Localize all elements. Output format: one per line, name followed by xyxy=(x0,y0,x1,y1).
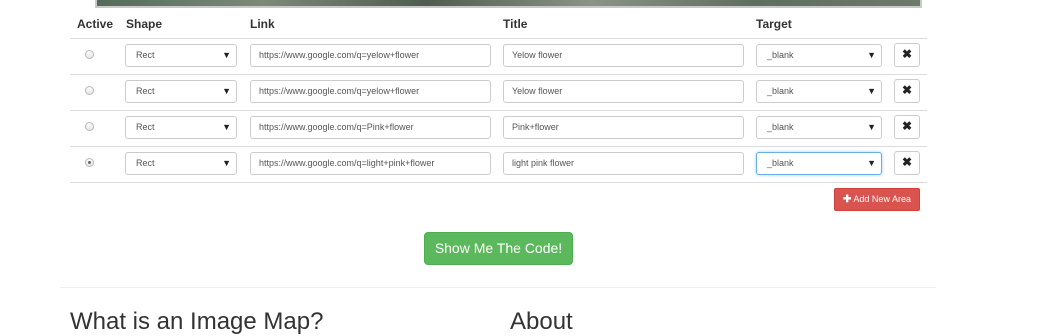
table-row: Rect ▼ https://www.google.com/q=light+pi… xyxy=(0,146,1053,182)
shape-value: Rect xyxy=(136,50,155,60)
target-select[interactable]: _blank ▼ xyxy=(756,44,882,67)
chevron-down-icon: ▼ xyxy=(222,50,231,60)
shape-select[interactable]: Rect ▼ xyxy=(125,152,237,175)
close-icon: ✖ xyxy=(901,47,913,61)
about-heading: About xyxy=(510,308,573,335)
target-select[interactable]: _blank ▼ xyxy=(756,80,882,103)
chevron-down-icon: ▼ xyxy=(867,122,876,132)
section-divider xyxy=(60,287,936,288)
remove-area-button[interactable]: ✖ xyxy=(894,115,920,139)
link-input[interactable]: https://www.google.com/q=yelow+flower xyxy=(250,44,491,67)
shape-value: Rect xyxy=(136,158,155,168)
image-preview xyxy=(95,0,922,8)
add-new-area-button[interactable]: ✚ Add New Area xyxy=(834,188,920,211)
header-active: Active xyxy=(77,17,114,31)
target-value: _blank xyxy=(767,122,794,132)
shape-select[interactable]: Rect ▼ xyxy=(125,116,237,139)
show-code-button[interactable]: Show Me The Code! xyxy=(424,232,573,265)
link-input[interactable]: https://www.google.com/q=yelow+flower xyxy=(250,80,491,103)
link-input[interactable]: https://www.google.com/q=light+pink+flow… xyxy=(250,152,491,175)
target-value: _blank xyxy=(767,158,794,168)
header-link: Link xyxy=(250,17,275,31)
title-input[interactable]: light pink flower xyxy=(503,152,744,175)
header-title: Title xyxy=(503,17,528,31)
chevron-down-icon: ▼ xyxy=(222,122,231,132)
close-icon: ✖ xyxy=(901,83,913,97)
active-radio[interactable] xyxy=(85,158,94,167)
title-input[interactable]: Yelow flower xyxy=(503,80,744,103)
table-row: Rect ▼ https://www.google.com/q=Pink+flo… xyxy=(0,110,1053,146)
target-select[interactable]: _blank ▼ xyxy=(756,152,882,175)
close-icon: ✖ xyxy=(901,119,913,133)
shape-value: Rect xyxy=(136,122,155,132)
link-input[interactable]: https://www.google.com/q=Pink+flower xyxy=(250,116,491,139)
chevron-down-icon: ▼ xyxy=(867,50,876,60)
add-new-area-label: Add New Area xyxy=(853,194,911,204)
plus-icon: ✚ xyxy=(843,194,852,205)
title-input[interactable]: Yelow flower xyxy=(503,44,744,67)
target-select[interactable]: _blank ▼ xyxy=(756,116,882,139)
target-value: _blank xyxy=(767,50,794,60)
close-icon: ✖ xyxy=(901,155,913,169)
active-radio[interactable] xyxy=(85,50,94,59)
chevron-down-icon: ▼ xyxy=(867,86,876,96)
row-divider xyxy=(70,182,927,183)
chevron-down-icon: ▼ xyxy=(867,158,876,168)
table-row: Rect ▼ https://www.google.com/q=yelow+fl… xyxy=(0,38,1053,74)
table-row: Rect ▼ https://www.google.com/q=yelow+fl… xyxy=(0,74,1053,110)
remove-area-button[interactable]: ✖ xyxy=(894,43,920,67)
header-shape: Shape xyxy=(126,17,163,31)
header-target: Target xyxy=(756,17,792,31)
shape-value: Rect xyxy=(136,86,155,96)
shape-select[interactable]: Rect ▼ xyxy=(125,44,237,67)
target-value: _blank xyxy=(767,86,794,96)
active-radio[interactable] xyxy=(85,86,94,95)
chevron-down-icon: ▼ xyxy=(222,86,231,96)
title-input[interactable]: Pink+flower xyxy=(503,116,744,139)
shape-select[interactable]: Rect ▼ xyxy=(125,80,237,103)
remove-area-button[interactable]: ✖ xyxy=(894,79,920,103)
image-map-heading: What is an Image Map? xyxy=(70,308,324,335)
chevron-down-icon: ▼ xyxy=(222,158,231,168)
active-radio[interactable] xyxy=(85,122,94,131)
remove-area-button[interactable]: ✖ xyxy=(894,151,920,175)
